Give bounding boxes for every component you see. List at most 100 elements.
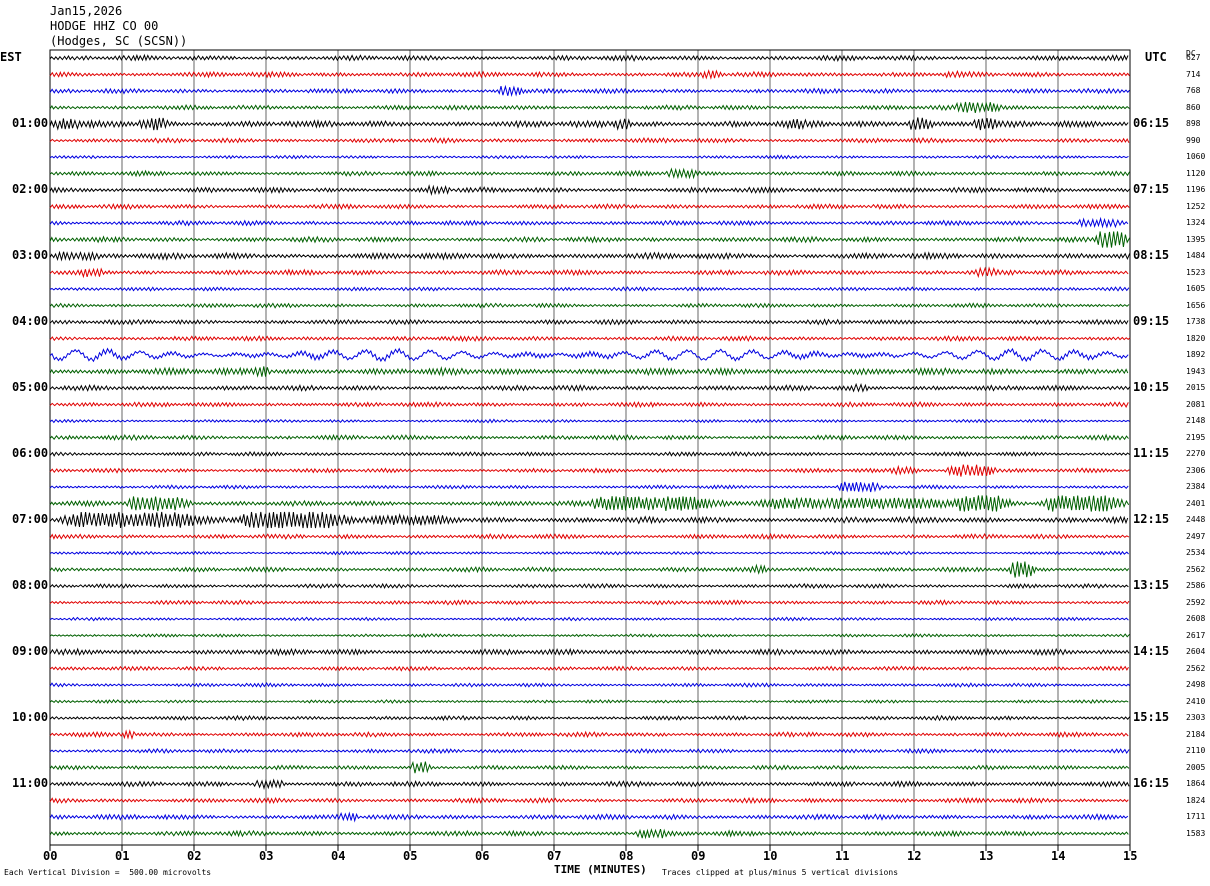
est-time-label: 02:00 xyxy=(12,182,49,196)
dc-offset-value: 2015 xyxy=(1186,383,1206,392)
seismogram-plot xyxy=(49,49,1131,851)
trace-19 xyxy=(49,366,1129,378)
utc-time-label: 06:15 xyxy=(1133,116,1170,130)
trace-3 xyxy=(49,101,1130,114)
dc-offset-value: 898 xyxy=(1186,119,1201,128)
dc-offset-value: 2592 xyxy=(1186,597,1206,607)
x-tick-label: 09 xyxy=(691,849,706,863)
dc-offset-value: 1196 xyxy=(1186,185,1206,194)
trace-14 xyxy=(49,286,1130,292)
dc-offset-value: 627 xyxy=(1186,53,1201,62)
utc-time-label: 09:15 xyxy=(1133,314,1170,328)
utc-time-label: 15:15 xyxy=(1133,710,1170,724)
utc-time-label: 07:15 xyxy=(1133,182,1170,196)
x-tick-label: 08 xyxy=(619,849,634,863)
dc-offset-value: 714 xyxy=(1186,69,1201,79)
dc-offset-value: 1484 xyxy=(1186,251,1206,260)
trace-43 xyxy=(49,760,1130,774)
utc-time-label: 14:15 xyxy=(1133,644,1170,658)
dc-offset-value: 1864 xyxy=(1186,779,1206,788)
est-time-label: 06:00 xyxy=(12,446,49,460)
trace-37 xyxy=(49,665,1129,672)
dc-offset-value: 2081 xyxy=(1186,399,1206,409)
utc-time-label: 08:15 xyxy=(1133,248,1170,262)
trace-27 xyxy=(49,495,1130,512)
dc-offset-value: 2270 xyxy=(1186,449,1206,458)
trace-42 xyxy=(49,747,1130,755)
trace-5 xyxy=(49,136,1130,145)
dc-offset-value: 1523 xyxy=(1186,267,1206,277)
dc-offset-value: 768 xyxy=(1186,86,1201,95)
utc-time-label: 13:15 xyxy=(1133,578,1170,592)
trace-30 xyxy=(49,550,1129,556)
trace-26 xyxy=(49,481,1129,493)
x-tick-label: 03 xyxy=(259,849,274,863)
utc-time-label: 11:15 xyxy=(1133,446,1170,460)
trace-6 xyxy=(49,154,1129,160)
dc-offset-value: 2604 xyxy=(1186,647,1206,656)
trace-21 xyxy=(49,400,1129,409)
x-axis-title: TIME (MINUTES) xyxy=(554,863,647,876)
trace-45 xyxy=(49,796,1129,805)
trace-46 xyxy=(49,811,1129,823)
trace-29 xyxy=(49,532,1130,541)
utc-time-label: 10:15 xyxy=(1133,380,1170,394)
est-time-label: 08:00 xyxy=(12,578,49,592)
dc-offset-value: 2410 xyxy=(1186,696,1206,706)
trace-34 xyxy=(49,616,1129,622)
dc-offset-value: 2608 xyxy=(1186,614,1206,623)
trace-7 xyxy=(49,167,1131,180)
trace-4 xyxy=(49,117,1129,131)
trace-36 xyxy=(49,647,1130,657)
dc-offset-value: 2448 xyxy=(1186,515,1206,524)
dc-offset-value: 2303 xyxy=(1186,713,1206,722)
x-tick-label: 15 xyxy=(1123,849,1138,863)
plot-frame xyxy=(49,49,1131,846)
trace-10 xyxy=(49,216,1129,229)
trace-20 xyxy=(49,382,1131,393)
trace-31 xyxy=(49,561,1130,578)
dc-offset-value: 2617 xyxy=(1186,630,1206,640)
trace-32 xyxy=(49,582,1129,590)
est-time-label: 07:00 xyxy=(12,512,49,526)
dc-offset-value: 1060 xyxy=(1186,152,1206,161)
trace-23 xyxy=(49,433,1129,442)
trace-38 xyxy=(49,682,1131,688)
dc-offset-value: 2148 xyxy=(1186,416,1206,425)
dc-offset-value: 1738 xyxy=(1186,317,1206,326)
trace-2 xyxy=(49,84,1130,98)
dc-offset-value: 860 xyxy=(1186,102,1201,112)
trace-41 xyxy=(49,729,1129,741)
trace-18 xyxy=(49,347,1129,363)
trace-0 xyxy=(49,53,1129,62)
dc-offset-value: 1820 xyxy=(1186,333,1206,343)
trace-44 xyxy=(49,778,1130,790)
dc-offset-value: 2498 xyxy=(1186,680,1206,689)
dc-offset-value: 2586 xyxy=(1186,581,1206,590)
x-tick-label: 06 xyxy=(475,849,490,863)
dc-offset-value: 1943 xyxy=(1186,366,1206,376)
dc-offset-value: 1252 xyxy=(1186,201,1206,211)
trace-1 xyxy=(49,69,1130,80)
x-tick-label: 10 xyxy=(763,849,778,863)
trace-28 xyxy=(49,511,1129,529)
x-tick-label: 04 xyxy=(331,849,346,863)
trace-22 xyxy=(49,418,1130,424)
trace-47 xyxy=(49,828,1129,840)
trace-9 xyxy=(49,202,1130,211)
trace-15 xyxy=(49,302,1130,309)
trace-24 xyxy=(49,450,1131,458)
dc-offset-value: 2497 xyxy=(1186,531,1206,541)
trace-16 xyxy=(49,318,1129,326)
dc-offset-value: 1120 xyxy=(1186,168,1206,178)
dc-offset-value: 1656 xyxy=(1186,300,1206,310)
dc-offset-value: 2562 xyxy=(1186,564,1206,574)
dc-offset-value: 2005 xyxy=(1186,762,1206,772)
trace-11 xyxy=(49,231,1131,248)
trace-8 xyxy=(49,184,1131,197)
dc-offset-value: 2306 xyxy=(1186,465,1206,475)
est-time-label: 05:00 xyxy=(12,380,49,394)
dc-offset-value: 1824 xyxy=(1186,795,1206,805)
trace-17 xyxy=(49,334,1131,343)
utc-time-label: 12:15 xyxy=(1133,512,1170,526)
